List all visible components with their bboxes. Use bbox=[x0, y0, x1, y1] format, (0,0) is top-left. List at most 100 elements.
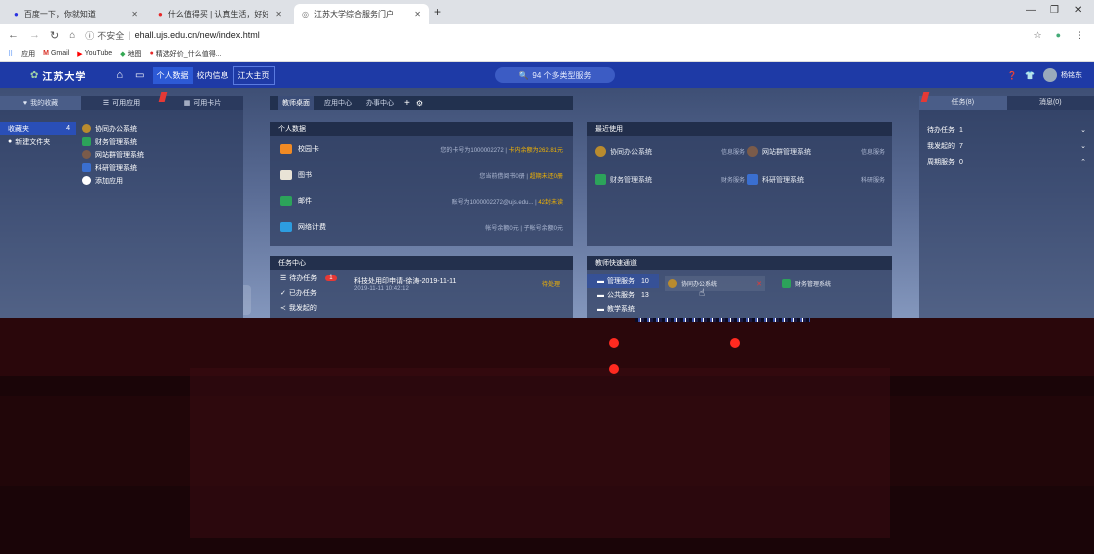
grid-icon: ▦ bbox=[183, 100, 191, 107]
close-icon[interactable]: ✕ bbox=[414, 10, 421, 19]
youtube-icon: ▶ bbox=[77, 50, 83, 58]
right-row-initiated[interactable]: 我发起的 7 ⌄ bbox=[919, 138, 1094, 154]
bookmark-apps[interactable]: 应用 bbox=[21, 49, 35, 59]
nav-campus-info[interactable]: 校内信息 bbox=[193, 67, 233, 84]
browser-tab-label: 什么值得买 | 认真生活，好好花钱 bbox=[167, 9, 268, 19]
browser-tab[interactable]: ● 百度一下，你就知道 ✕ bbox=[6, 4, 146, 24]
minimize-button[interactable]: — bbox=[1026, 5, 1036, 16]
row-label: 图书 bbox=[298, 172, 312, 179]
email-row[interactable]: 邮件 账号为1000002272@ujs.edu... | 42封未读 bbox=[270, 188, 573, 214]
add-app-button[interactable]: 添加应用 bbox=[82, 174, 144, 187]
close-window-button[interactable]: ✕ bbox=[1074, 5, 1082, 16]
home-icon[interactable]: ⌂ bbox=[69, 30, 75, 41]
address-bar-row: ← → ↻ ⌂ ⓘ 不安全 | ehall.ujs.edu.cn/new/ind… bbox=[0, 24, 1094, 46]
chevron-down-icon: ⌄ bbox=[1080, 127, 1086, 134]
task-item[interactable]: 科技处用印申请-徐涛-2019-11-11 2019-11-11 10:42:1… bbox=[354, 276, 564, 292]
search-input[interactable]: 94 个多类型服务 bbox=[532, 70, 591, 81]
network-billing-row[interactable]: 网络计费 帐号余额0元 | 子帐号余额0元 bbox=[270, 214, 573, 240]
task-label: 我发起的 bbox=[288, 304, 317, 312]
star-icon[interactable]: ☆ bbox=[1033, 30, 1041, 41]
tab-available-cards[interactable]: ▦ 可用卡片 bbox=[162, 96, 243, 110]
check-icon: ✓ bbox=[280, 289, 286, 297]
recent-item[interactable]: 财务管理系统 财务服务 bbox=[595, 174, 745, 185]
right-row-pending[interactable]: 待办任务 1 ⌄ bbox=[919, 122, 1094, 138]
menu-icon[interactable]: ⋮ bbox=[1075, 30, 1084, 41]
folder-new[interactable]: ● 新建文件夹 bbox=[0, 135, 76, 148]
reload-icon[interactable]: ↻ bbox=[50, 29, 59, 42]
recent-item-name: 科研管理系统 bbox=[762, 176, 804, 184]
back-icon[interactable]: ← bbox=[8, 29, 19, 41]
card-icon bbox=[280, 144, 292, 154]
panel-title: 教师快速通道 bbox=[587, 256, 892, 270]
bookmark-maps[interactable]: 地图 bbox=[128, 49, 142, 59]
service-search[interactable]: 🔍 94 个多类型服务 bbox=[495, 67, 615, 83]
category-public[interactable]: ▬ 公共服务 13 bbox=[587, 288, 659, 302]
bookmark-smzdm[interactable]: 精选好价_什么值得... bbox=[156, 49, 222, 59]
collapse-handle[interactable] bbox=[243, 285, 251, 315]
category-teaching[interactable]: ▬ 教学系统 bbox=[587, 302, 659, 316]
tab-app-center[interactable]: 应用中心 bbox=[320, 96, 356, 110]
help-icon[interactable]: ❓ bbox=[1007, 71, 1017, 80]
panel-title: 任务中心 bbox=[270, 256, 573, 270]
gear-icon[interactable]: ⚙ bbox=[416, 99, 423, 108]
url-field[interactable]: ehall.ujs.edu.cn/new/index.html bbox=[135, 30, 260, 40]
tab-tasks[interactable]: 任务(8) bbox=[919, 96, 1007, 110]
recent-item[interactable]: 科研管理系统 科研服务 bbox=[747, 174, 885, 185]
browser-tab[interactable]: ● 什么值得买 | 认真生活，好好花钱 ✕ bbox=[150, 4, 290, 24]
right-panel: 任务(8) 消息(0) 待办任务 1 ⌄ 我发起的 7 ⌄ 周期服务 0 ⌃ bbox=[919, 96, 1094, 318]
tab-messages[interactable]: 消息(0) bbox=[1007, 96, 1094, 110]
right-row-periodic[interactable]: 周期服务 0 ⌃ bbox=[919, 154, 1094, 170]
info-icon[interactable]: ⓘ bbox=[85, 29, 94, 42]
row-meta: 账号为1000002272@ujs.edu... | 42封未读 bbox=[452, 197, 563, 206]
folder-favorites[interactable]: 收藏夹 4 bbox=[0, 122, 76, 135]
site-logo[interactable]: 江苏大学 bbox=[42, 68, 86, 83]
task-pending[interactable]: ☰ 待办任务 1 bbox=[270, 270, 348, 285]
app-research[interactable]: 科研管理系统 bbox=[82, 161, 144, 174]
library-row[interactable]: 图书 您当前借阅书0册 | 超期未还0册 bbox=[270, 162, 573, 188]
close-icon[interactable]: ✕ bbox=[275, 10, 282, 19]
panel-title: 最近使用 bbox=[587, 122, 892, 136]
tab-service-center[interactable]: 办事中心 bbox=[362, 96, 398, 110]
app-site-group[interactable]: 网站群管理系统 bbox=[82, 148, 144, 161]
task-done[interactable]: ✓ 已办任务 bbox=[270, 285, 348, 300]
app-coordinated-office[interactable]: 协同办公系统 bbox=[82, 122, 144, 135]
task-center-panel: 任务中心 ☰ 待办任务 1 ✓ 已办任务 ≺ 我发起的 科技处用印申请-徐涛-2019-… bbox=[270, 256, 573, 318]
theme-shirt-icon[interactable]: 👕 bbox=[1025, 71, 1035, 80]
category-label: 公共服务 bbox=[607, 292, 635, 299]
recent-item[interactable]: 网站群管理系统 信息服务 bbox=[747, 146, 885, 157]
campus-card-row[interactable]: 校园卡 您的卡号为1000002272 | 卡内余额为262.81元 bbox=[270, 136, 573, 162]
tab-label: 可用卡片 bbox=[193, 100, 222, 107]
nav-personal-data[interactable]: 个人数据 bbox=[152, 66, 193, 84]
tab-available-apps[interactable]: ☰ 可用应用 bbox=[81, 96, 162, 110]
add-tab-icon[interactable]: + bbox=[404, 98, 410, 109]
user-avatar[interactable] bbox=[1043, 68, 1057, 82]
forward-icon[interactable]: → bbox=[29, 29, 40, 41]
category-management[interactable]: ▬ 管理服务 10 bbox=[587, 274, 659, 288]
home-icon[interactable]: ⌂ bbox=[116, 69, 123, 81]
profile-avatar-icon[interactable]: ● bbox=[1056, 30, 1061, 40]
mail-icon bbox=[280, 196, 292, 206]
close-icon[interactable]: ✕ bbox=[756, 280, 762, 288]
close-icon[interactable]: ✕ bbox=[131, 10, 138, 19]
user-name[interactable]: 杨铭东 bbox=[1061, 70, 1082, 80]
bookmark-gmail[interactable]: Gmail bbox=[51, 50, 69, 57]
restore-button[interactable]: ❐ bbox=[1050, 5, 1059, 16]
tab-teacher-desktop[interactable]: 教师桌面 bbox=[278, 96, 314, 110]
nav-university-home[interactable]: 江大主页 bbox=[232, 65, 275, 85]
office-app-icon bbox=[82, 124, 91, 133]
research-app-icon bbox=[747, 174, 758, 185]
finance-app-icon bbox=[782, 279, 791, 288]
browser-tab-active[interactable]: ◎ 江苏大学综合服务门户 ✕ bbox=[294, 4, 429, 24]
row-label: 邮件 bbox=[298, 198, 312, 205]
recent-item[interactable]: 协同办公系统 信息服务 bbox=[595, 146, 745, 157]
new-tab-button[interactable]: + bbox=[434, 5, 441, 19]
bookmark-youtube[interactable]: YouTube bbox=[85, 50, 113, 57]
app-finance[interactable]: 财务管理系统 bbox=[82, 135, 144, 148]
row-count: 0 bbox=[959, 158, 963, 166]
monitor-icon[interactable]: ▭ bbox=[135, 70, 144, 81]
task-initiated[interactable]: ≺ 我发起的 bbox=[270, 300, 348, 315]
quick-app-finance[interactable]: 财务管理系统 bbox=[779, 276, 879, 291]
quick-category-list: ▬ 管理服务 10 ▬ 公共服务 13 ▬ 教学系统 bbox=[587, 274, 659, 316]
quick-app-office[interactable]: 协同办公系统 ✕ bbox=[665, 276, 765, 291]
tab-favorites[interactable]: ♥ 我的收藏 bbox=[0, 96, 81, 110]
